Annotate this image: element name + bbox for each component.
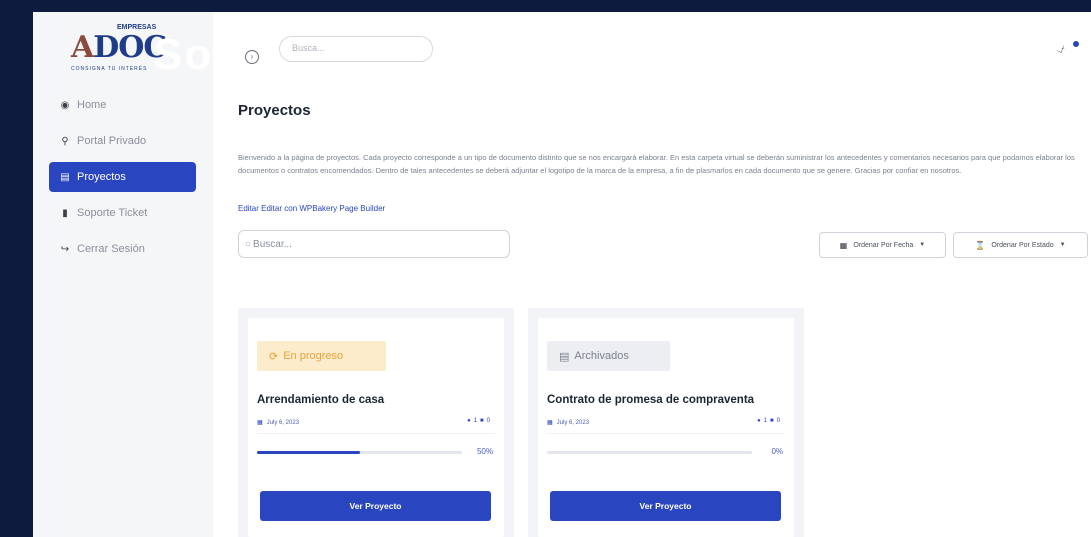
notification-dot: [1073, 41, 1079, 47]
sidebar-item-portal-privado[interactable]: ⚲ Portal Privado: [49, 126, 196, 156]
sidebar: EMPRESAS ADOC CONSIGNA TU INTERÉS So ◉ H…: [33, 12, 213, 537]
chart-icon: ▤: [60, 171, 70, 183]
page-title: Proyectos: [238, 102, 311, 119]
sort-by-status-button[interactable]: ⌛ Ordenar Por Estado ▼: [953, 232, 1088, 258]
sidebar-item-label: Soporte Ticket: [77, 207, 148, 219]
progress-percent: 0%: [771, 447, 783, 456]
app-window: EMPRESAS ADOC CONSIGNA TU INTERÉS So ◉ H…: [33, 12, 1091, 537]
caret-down-icon: ▼: [1059, 242, 1066, 248]
status-badge-label: En progreso: [283, 350, 344, 362]
search-placeholder: Buscar...: [253, 238, 292, 250]
card-divider: [547, 433, 785, 434]
page-intro: Bienvenido a la página de proyectos. Cad…: [238, 153, 1075, 175]
view-project-button[interactable]: Ver Proyecto: [260, 491, 491, 521]
card-divider: [257, 433, 495, 434]
project-date-text: July 6, 2023: [266, 419, 300, 426]
view-project-button[interactable]: Ver Proyecto: [550, 491, 781, 521]
ticket-icon: ▮: [62, 207, 68, 219]
project-card: ▤ Archivados Contrato de promesa de comp…: [538, 318, 794, 537]
progress-fill: [257, 451, 360, 454]
sidebar-item-home[interactable]: ◉ Home: [49, 90, 196, 120]
hourglass-icon: ⌛: [975, 240, 986, 250]
sidebar-item-soporte-ticket[interactable]: ▮ Soporte Ticket: [49, 198, 196, 228]
edit-page-link[interactable]: Editar Editar con WPBakery Page Builder: [238, 204, 385, 213]
calendar-icon: ▦: [257, 420, 263, 426]
refresh-icon: ⟳: [269, 350, 279, 363]
project-date: ▦ July 6, 2023: [547, 419, 590, 427]
project-card-wrapper: ⟳ En progreso Arrendamiento de casa ▦ Ju…: [238, 308, 514, 537]
status-badge: ▤ Archivados: [547, 341, 670, 371]
users-icon: ●: [757, 418, 761, 424]
comments-count: 0: [776, 418, 780, 424]
search-icon: ○: [245, 238, 252, 250]
project-card: ⟳ En progreso Arrendamiento de casa ▦ Ju…: [248, 318, 504, 537]
comments-icon: ■: [480, 418, 484, 424]
project-search-input[interactable]: ○ Buscar...: [238, 230, 510, 258]
project-card-wrapper: ▤ Archivados Contrato de promesa de comp…: [528, 308, 804, 537]
logo-overlay-text: So: [153, 30, 214, 79]
project-counts: ● 1 ■ 0: [467, 418, 490, 424]
project-counts: ● 1 ■ 0: [757, 418, 780, 424]
users-count: 1: [763, 418, 768, 424]
logout-icon: ↪: [60, 243, 70, 255]
sidebar-toggle-button[interactable]: ›: [245, 50, 259, 64]
progress-bar: [547, 451, 752, 454]
calendar-icon: ▦: [547, 420, 553, 426]
sidebar-item-label: Portal Privado: [77, 135, 147, 147]
bell-icon[interactable]: ⍻: [1057, 40, 1065, 57]
project-date: ▦ July 6, 2023: [257, 419, 300, 427]
sidebar-item-proyectos[interactable]: ▤ Proyectos: [49, 162, 196, 192]
project-title: Arrendamiento de casa: [257, 394, 385, 406]
chevron-right-icon: ›: [250, 52, 254, 61]
progress-bar: [257, 451, 462, 454]
logo-tagline: CONSIGNA TU INTERÉS: [71, 66, 148, 72]
calendar-icon: ▦: [839, 240, 848, 250]
sidebar-item-label: Proyectos: [77, 171, 126, 183]
comments-icon: ■: [770, 418, 774, 424]
comments-count: 0: [486, 418, 490, 424]
sidebar-item-label: Cerrar Sesión: [77, 243, 145, 255]
users-count: 1: [473, 418, 478, 424]
progress-percent: 50%: [476, 447, 493, 456]
users-icon: ●: [467, 418, 471, 424]
caret-down-icon: ▼: [919, 242, 926, 248]
sidebar-item-label: Home: [77, 99, 107, 111]
key-icon: ⚲: [61, 135, 69, 147]
project-date-text: July 6, 2023: [556, 419, 590, 426]
palette-icon: ◉: [60, 99, 70, 111]
sort-by-date-button[interactable]: ▦ Ordenar Por Fecha ▼: [819, 232, 946, 258]
archive-icon: ▤: [559, 350, 570, 363]
status-badge: ⟳ En progreso: [257, 341, 386, 371]
top-search-input[interactable]: Busca...: [279, 36, 433, 62]
sidebar-item-cerrar-sesion[interactable]: ↪ Cerrar Sesión: [49, 234, 196, 264]
status-badge-label: Archivados: [574, 350, 629, 362]
project-title: Contrato de promesa de compraventa: [547, 394, 755, 406]
sort-by-status-label: Ordenar Por Estado: [991, 241, 1054, 249]
sort-by-date-label: Ordenar Por Fecha: [853, 241, 914, 249]
